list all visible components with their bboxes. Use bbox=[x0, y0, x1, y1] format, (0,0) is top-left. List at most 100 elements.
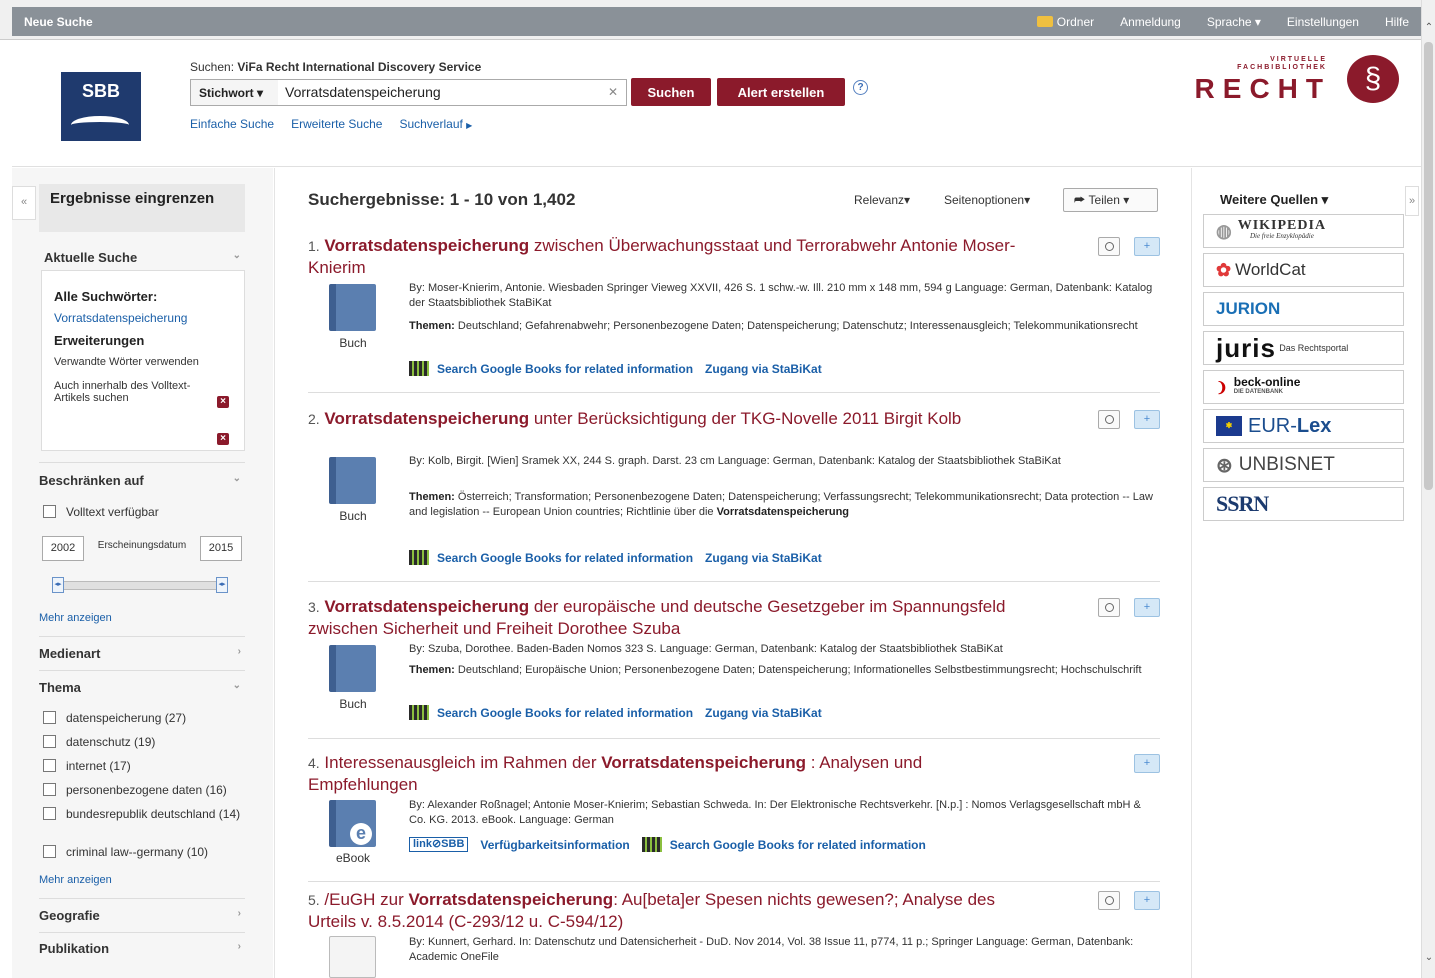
add-folder-icon[interactable]: + bbox=[1134, 891, 1160, 910]
advanced-search-link[interactable]: Erweiterte Suche bbox=[291, 117, 382, 131]
settings-link[interactable]: Einstellungen bbox=[1287, 15, 1359, 29]
sort-menu[interactable]: Relevanz▾ bbox=[854, 193, 910, 207]
result-title[interactable]: 2. Vorratsdatenspeicherung unter Berücks… bbox=[308, 408, 1028, 430]
link-sbb-icon[interactable]: link⊘SBB bbox=[409, 837, 469, 852]
ebook-icon[interactable] bbox=[329, 800, 376, 847]
simple-search-link[interactable]: Einfache Suche bbox=[190, 117, 274, 131]
result-actions: + bbox=[1098, 891, 1160, 910]
collapse-left-icon[interactable]: « bbox=[12, 186, 36, 220]
checkbox[interactable] bbox=[43, 759, 56, 772]
google-books-link[interactable]: Search Google Books for related informat… bbox=[437, 362, 693, 376]
themes-label: Themen: bbox=[409, 664, 455, 676]
slider-handle-right[interactable]: ◂▸ bbox=[216, 577, 228, 593]
checkbox[interactable] bbox=[43, 845, 56, 858]
limit-header[interactable]: Beschränken auf ⌄ bbox=[39, 473, 245, 488]
result-title[interactable]: 4. Interessenausgleich im Rahmen der Vor… bbox=[308, 752, 1028, 795]
year-slider[interactable] bbox=[54, 581, 228, 590]
source-wikipedia[interactable]: ◍ WIKIPEDIA Die freie Enzyklopädie bbox=[1203, 214, 1404, 248]
page-options-menu[interactable]: Seitenoptionen▾ bbox=[944, 193, 1030, 207]
add-folder-icon[interactable]: + bbox=[1134, 410, 1160, 429]
sbb-logo[interactable]: SBB bbox=[61, 72, 141, 141]
help-icon[interactable]: ? bbox=[853, 80, 868, 95]
clear-icon[interactable]: ✕ bbox=[608, 80, 618, 105]
scroll-down-icon[interactable]: ⌄ bbox=[1423, 952, 1435, 964]
source-eur-lex[interactable]: ✱ EUR- Lex bbox=[1203, 409, 1404, 443]
geography-header[interactable]: Geografie › bbox=[39, 908, 245, 923]
magnifier-icon[interactable] bbox=[1098, 598, 1120, 617]
search-button[interactable]: Suchen bbox=[631, 78, 711, 106]
google-books-link[interactable]: Search Google Books for related informat… bbox=[437, 706, 693, 720]
topic-header[interactable]: Thema ⌄ bbox=[39, 680, 245, 695]
remove-extension-icon[interactable]: × bbox=[217, 396, 229, 408]
book-icon[interactable] bbox=[329, 284, 376, 331]
help-link[interactable]: Hilfe bbox=[1385, 15, 1409, 29]
current-search-header[interactable]: Aktuelle Suche ⌄ bbox=[44, 250, 245, 265]
remove-extension-icon[interactable]: × bbox=[217, 433, 229, 445]
add-folder-icon[interactable]: + bbox=[1134, 598, 1160, 617]
access-link[interactable]: Zugang via StaBiKat bbox=[705, 706, 822, 720]
add-folder-icon[interactable]: + bbox=[1134, 237, 1160, 256]
checkbox[interactable] bbox=[43, 807, 56, 820]
year-to-input[interactable]: 2015 bbox=[200, 536, 242, 561]
share-icon: ⮫ bbox=[1074, 192, 1086, 207]
google-books-link[interactable]: Search Google Books for related informat… bbox=[437, 551, 693, 565]
search-term-link[interactable]: Vorratsdatenspeicherung bbox=[54, 311, 232, 325]
worldcat-text: WorldCat bbox=[1235, 260, 1306, 279]
checkbox[interactable] bbox=[43, 711, 56, 724]
access-link[interactable]: Zugang via StaBiKat bbox=[705, 362, 822, 376]
article-icon[interactable] bbox=[329, 936, 376, 978]
result-title[interactable]: 3. Vorratsdatenspeicherung der europäisc… bbox=[308, 596, 1028, 639]
source-unbisnet[interactable]: ⊛ UNBISNET bbox=[1203, 448, 1404, 482]
more-sources-header[interactable]: Weitere Quellen ▾ bbox=[1220, 192, 1328, 208]
title-highlight: Vorratsdatenspeicherung bbox=[324, 236, 530, 255]
search-history-link[interactable]: Suchverlauf ▶ bbox=[399, 117, 472, 131]
year-from-input[interactable]: 2002 bbox=[42, 536, 84, 561]
language-menu[interactable]: Sprache ▾ bbox=[1207, 15, 1261, 29]
result-title[interactable]: 1. Vorratsdatenspeicherung zwischen Über… bbox=[308, 235, 1028, 278]
publication-header[interactable]: Publikation › bbox=[39, 941, 245, 956]
media-type-header[interactable]: Medienart › bbox=[39, 646, 245, 661]
access-link[interactable]: Zugang via StaBiKat bbox=[705, 551, 822, 565]
magnifier-icon[interactable] bbox=[1098, 410, 1120, 429]
source-beck-online[interactable]: ❩ beck-online DIE DATENBANK bbox=[1203, 370, 1404, 404]
magnifier-icon[interactable] bbox=[1098, 891, 1120, 910]
show-more-link[interactable]: Mehr anzeigen bbox=[39, 874, 112, 886]
checkbox[interactable] bbox=[43, 735, 56, 748]
scrollbar-thumb[interactable] bbox=[1424, 42, 1433, 490]
topic-option[interactable]: personenbezogene daten (16) bbox=[43, 783, 227, 797]
collapse-right-icon[interactable]: » bbox=[1405, 186, 1419, 216]
field-select[interactable]: Stichwort ▾ bbox=[190, 79, 279, 106]
result-item: 5. /EuGH zur Vorratsdatenspeicherung: Au… bbox=[308, 889, 1160, 978]
scroll-up-icon[interactable]: ⌃ bbox=[1423, 22, 1435, 34]
folder-link[interactable]: Ordner bbox=[1036, 15, 1094, 29]
themes-text: Deutschland; Gefahrenabwehr; Personenbez… bbox=[454, 320, 1138, 332]
topic-option[interactable]: bundesrepublik deutschland (14) bbox=[43, 807, 243, 821]
google-books-link[interactable]: Search Google Books for related informat… bbox=[670, 838, 926, 852]
source-ssrn[interactable]: SSRN bbox=[1203, 487, 1404, 521]
topic-option[interactable]: datenspeicherung (27) bbox=[43, 711, 186, 725]
show-more-link[interactable]: Mehr anzeigen bbox=[39, 612, 112, 624]
search-input[interactable]: Vorratsdatenspeicherung ✕ bbox=[278, 79, 627, 106]
topic-option[interactable]: internet (17) bbox=[43, 759, 131, 773]
alert-button[interactable]: Alert erstellen bbox=[717, 78, 845, 106]
source-worldcat[interactable]: ✿ WorldCat bbox=[1203, 253, 1404, 287]
source-jurion[interactable]: JURION bbox=[1203, 292, 1404, 326]
new-search-link[interactable]: Neue Suche bbox=[24, 15, 93, 29]
slider-handle-left[interactable]: ◂▸ bbox=[52, 577, 64, 593]
recht-logo[interactable]: VIRTUELLE FACHBIBLIOTHEK RECHT § bbox=[1189, 55, 1399, 105]
add-folder-icon[interactable]: + bbox=[1134, 754, 1160, 773]
share-button[interactable]: ⮫ Teilen ▾ bbox=[1063, 188, 1158, 212]
book-icon[interactable] bbox=[329, 645, 376, 692]
login-link[interactable]: Anmeldung bbox=[1120, 15, 1181, 29]
availability-link[interactable]: Verfügbarkeitsinformation bbox=[480, 838, 629, 852]
topic-option[interactable]: datenschutz (19) bbox=[43, 735, 155, 749]
result-title[interactable]: 5. /EuGH zur Vorratsdatenspeicherung: Au… bbox=[308, 889, 1028, 932]
checkbox[interactable] bbox=[43, 505, 56, 518]
checkbox[interactable] bbox=[43, 783, 56, 796]
topic-option[interactable]: criminal law--germany (10) bbox=[43, 845, 208, 859]
book-icon[interactable] bbox=[329, 457, 376, 504]
source-juris[interactable]: juris Das Rechtsportal bbox=[1203, 331, 1404, 365]
scrollbar[interactable]: ⌃ ⌄ bbox=[1421, 0, 1435, 978]
fulltext-checkbox[interactable]: Volltext verfügbar bbox=[43, 505, 159, 519]
magnifier-icon[interactable] bbox=[1098, 237, 1120, 256]
